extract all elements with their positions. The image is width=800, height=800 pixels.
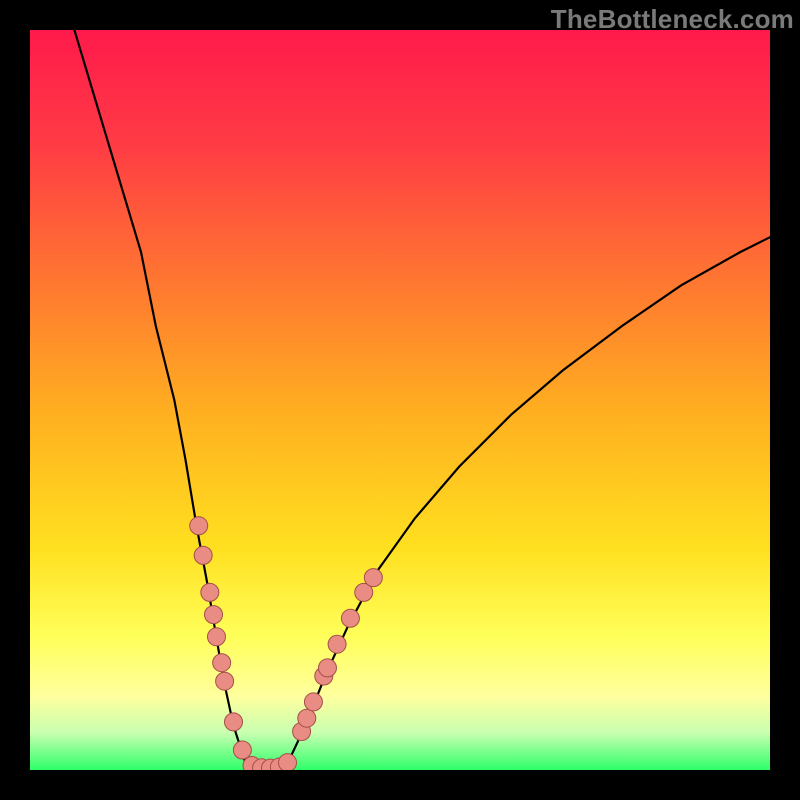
data-marker (341, 609, 359, 627)
data-marker (293, 723, 311, 741)
data-marker (298, 709, 316, 727)
data-marker (328, 635, 346, 653)
data-marker (262, 759, 280, 770)
data-marker (270, 758, 288, 770)
bottleneck-curve (74, 30, 770, 769)
data-marker (205, 606, 223, 624)
data-marker (253, 759, 271, 770)
data-markers (190, 517, 383, 770)
data-marker (364, 569, 382, 587)
chart-svg (30, 30, 770, 770)
plot-area (30, 30, 770, 770)
data-marker (190, 517, 208, 535)
data-marker (318, 659, 336, 677)
data-marker (225, 713, 243, 731)
data-marker (304, 693, 322, 711)
data-marker (355, 583, 373, 601)
data-marker (233, 741, 251, 759)
watermark-text: TheBottleneck.com (551, 4, 794, 35)
data-marker (207, 628, 225, 646)
data-marker (243, 757, 261, 770)
data-marker (213, 654, 231, 672)
data-marker (279, 754, 297, 770)
data-marker (194, 546, 212, 564)
data-marker (201, 583, 219, 601)
chart-frame: TheBottleneck.com (0, 0, 800, 800)
data-marker (315, 667, 333, 685)
data-marker (216, 672, 234, 690)
